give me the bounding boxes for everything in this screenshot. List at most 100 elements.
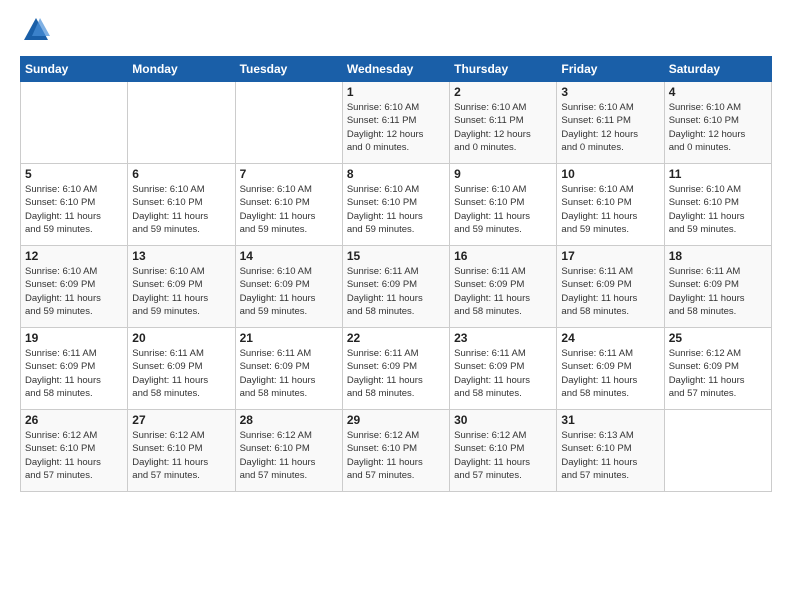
logo xyxy=(20,16,50,44)
day-info: Sunrise: 6:12 AM Sunset: 6:09 PM Dayligh… xyxy=(669,347,767,400)
day-number: 8 xyxy=(347,167,445,181)
day-info: Sunrise: 6:10 AM Sunset: 6:11 PM Dayligh… xyxy=(454,101,552,154)
calendar-cell: 29 Sunrise: 6:12 AM Sunset: 6:10 PM Dayli… xyxy=(342,410,449,492)
calendar-cell: 21Sunrise: 6:11 AM Sunset: 6:09 PM Dayli… xyxy=(235,328,342,410)
day-number: 21 xyxy=(240,331,338,345)
calendar-cell: 10 Sunrise: 6:10 AM Sunset: 6:10 PM Dayli… xyxy=(557,164,664,246)
day-number: 5 xyxy=(25,167,123,181)
day-info: Sunrise: 6:11 AM Sunset: 6:09 PM Dayligh… xyxy=(561,265,659,318)
day-info: Sunrise: 6:11 AM Sunset: 6:09 PM Dayligh… xyxy=(454,265,552,318)
day-number: 31 xyxy=(561,413,659,427)
calendar-cell xyxy=(21,82,128,164)
calendar-header: SundayMondayTuesdayWednesdayThursdayFrid… xyxy=(21,57,772,82)
day-number: 23 xyxy=(454,331,552,345)
day-info: Sunrise: 6:10 AM Sunset: 6:09 PM Dayligh… xyxy=(240,265,338,318)
calendar-cell: 6Sunrise: 6:10 AM Sunset: 6:10 PM Daylig… xyxy=(128,164,235,246)
day-info: Sunrise: 6:13 AM Sunset: 6:10 PM Dayligh… xyxy=(561,429,659,482)
calendar-cell: 11Sunrise: 6:10 AM Sunset: 6:10 PM Dayli… xyxy=(664,164,771,246)
calendar-week-5: 26Sunrise: 6:12 AM Sunset: 6:10 PM Dayli… xyxy=(21,410,772,492)
day-number: 27 xyxy=(132,413,230,427)
calendar-cell: 27Sunrise: 6:12 AM Sunset: 6:10 PM Dayli… xyxy=(128,410,235,492)
calendar-week-2: 5 Sunrise: 6:10 AM Sunset: 6:10 PM Daylig… xyxy=(21,164,772,246)
day-info: Sunrise: 6:10 AM Sunset: 6:10 PM Dayligh… xyxy=(25,183,123,236)
calendar-cell: 25 Sunrise: 6:12 AM Sunset: 6:09 PM Dayli… xyxy=(664,328,771,410)
calendar-cell: 14 Sunrise: 6:10 AM Sunset: 6:09 PM Dayli… xyxy=(235,246,342,328)
day-info: Sunrise: 6:11 AM Sunset: 6:09 PM Dayligh… xyxy=(669,265,767,318)
day-info: Sunrise: 6:10 AM Sunset: 6:11 PM Dayligh… xyxy=(347,101,445,154)
day-info: Sunrise: 6:10 AM Sunset: 6:10 PM Dayligh… xyxy=(240,183,338,236)
day-number: 24 xyxy=(561,331,659,345)
calendar-cell: 24Sunrise: 6:11 AM Sunset: 6:09 PM Dayli… xyxy=(557,328,664,410)
day-number: 1 xyxy=(347,85,445,99)
header xyxy=(20,16,772,44)
day-info: Sunrise: 6:10 AM Sunset: 6:10 PM Dayligh… xyxy=(669,101,767,154)
day-info: Sunrise: 6:11 AM Sunset: 6:09 PM Dayligh… xyxy=(454,347,552,400)
weekday-header-tuesday: Tuesday xyxy=(235,57,342,82)
main-container: SundayMondayTuesdayWednesdayThursdayFrid… xyxy=(0,0,792,502)
day-info: Sunrise: 6:11 AM Sunset: 6:09 PM Dayligh… xyxy=(347,347,445,400)
day-number: 17 xyxy=(561,249,659,263)
day-number: 7 xyxy=(240,167,338,181)
day-number: 29 xyxy=(347,413,445,427)
day-number: 2 xyxy=(454,85,552,99)
calendar-cell: 5 Sunrise: 6:10 AM Sunset: 6:10 PM Daylig… xyxy=(21,164,128,246)
calendar-cell: 7 Sunrise: 6:10 AM Sunset: 6:10 PM Daylig… xyxy=(235,164,342,246)
weekday-header-wednesday: Wednesday xyxy=(342,57,449,82)
calendar-cell: 17 Sunrise: 6:11 AM Sunset: 6:09 PM Dayli… xyxy=(557,246,664,328)
day-info: Sunrise: 6:10 AM Sunset: 6:10 PM Dayligh… xyxy=(132,183,230,236)
day-info: Sunrise: 6:10 AM Sunset: 6:10 PM Dayligh… xyxy=(561,183,659,236)
day-number: 14 xyxy=(240,249,338,263)
day-number: 4 xyxy=(669,85,767,99)
calendar-cell: 18 Sunrise: 6:11 AM Sunset: 6:09 PM Dayli… xyxy=(664,246,771,328)
logo-icon xyxy=(22,16,50,44)
day-number: 11 xyxy=(669,167,767,181)
day-info: Sunrise: 6:12 AM Sunset: 6:10 PM Dayligh… xyxy=(25,429,123,482)
calendar-cell: 23 Sunrise: 6:11 AM Sunset: 6:09 PM Dayli… xyxy=(450,328,557,410)
calendar-cell xyxy=(128,82,235,164)
day-number: 28 xyxy=(240,413,338,427)
weekday-header-sunday: Sunday xyxy=(21,57,128,82)
day-info: Sunrise: 6:10 AM Sunset: 6:11 PM Dayligh… xyxy=(561,101,659,154)
day-info: Sunrise: 6:12 AM Sunset: 6:10 PM Dayligh… xyxy=(240,429,338,482)
day-info: Sunrise: 6:12 AM Sunset: 6:10 PM Dayligh… xyxy=(347,429,445,482)
calendar-cell: 16 Sunrise: 6:11 AM Sunset: 6:09 PM Dayli… xyxy=(450,246,557,328)
day-number: 25 xyxy=(669,331,767,345)
day-info: Sunrise: 6:10 AM Sunset: 6:10 PM Dayligh… xyxy=(454,183,552,236)
calendar-cell xyxy=(235,82,342,164)
day-number: 18 xyxy=(669,249,767,263)
calendar-cell: 20Sunrise: 6:11 AM Sunset: 6:09 PM Dayli… xyxy=(128,328,235,410)
calendar-cell: 30Sunrise: 6:12 AM Sunset: 6:10 PM Dayli… xyxy=(450,410,557,492)
calendar-week-4: 19Sunrise: 6:11 AM Sunset: 6:09 PM Dayli… xyxy=(21,328,772,410)
day-info: Sunrise: 6:12 AM Sunset: 6:10 PM Dayligh… xyxy=(454,429,552,482)
calendar-cell: 26Sunrise: 6:12 AM Sunset: 6:10 PM Dayli… xyxy=(21,410,128,492)
day-info: Sunrise: 6:11 AM Sunset: 6:09 PM Dayligh… xyxy=(25,347,123,400)
weekday-header-thursday: Thursday xyxy=(450,57,557,82)
calendar-cell: 9Sunrise: 6:10 AM Sunset: 6:10 PM Daylig… xyxy=(450,164,557,246)
day-info: Sunrise: 6:10 AM Sunset: 6:09 PM Dayligh… xyxy=(25,265,123,318)
calendar-cell: 13 Sunrise: 6:10 AM Sunset: 6:09 PM Dayli… xyxy=(128,246,235,328)
day-number: 12 xyxy=(25,249,123,263)
calendar-week-1: 1 Sunrise: 6:10 AM Sunset: 6:11 PM Daylig… xyxy=(21,82,772,164)
calendar-cell: 3Sunrise: 6:10 AM Sunset: 6:11 PM Daylig… xyxy=(557,82,664,164)
calendar-body: 1 Sunrise: 6:10 AM Sunset: 6:11 PM Daylig… xyxy=(21,82,772,492)
calendar-cell: 4 Sunrise: 6:10 AM Sunset: 6:10 PM Daylig… xyxy=(664,82,771,164)
weekday-header-saturday: Saturday xyxy=(664,57,771,82)
day-number: 20 xyxy=(132,331,230,345)
calendar-cell: 19Sunrise: 6:11 AM Sunset: 6:09 PM Dayli… xyxy=(21,328,128,410)
day-info: Sunrise: 6:10 AM Sunset: 6:10 PM Dayligh… xyxy=(347,183,445,236)
calendar-cell: 12 Sunrise: 6:10 AM Sunset: 6:09 PM Dayli… xyxy=(21,246,128,328)
calendar-table: SundayMondayTuesdayWednesdayThursdayFrid… xyxy=(20,56,772,492)
calendar-cell: 31 Sunrise: 6:13 AM Sunset: 6:10 PM Dayli… xyxy=(557,410,664,492)
day-number: 15 xyxy=(347,249,445,263)
calendar-cell: 28 Sunrise: 6:12 AM Sunset: 6:10 PM Dayli… xyxy=(235,410,342,492)
day-number: 10 xyxy=(561,167,659,181)
day-info: Sunrise: 6:10 AM Sunset: 6:09 PM Dayligh… xyxy=(132,265,230,318)
calendar-week-3: 12 Sunrise: 6:10 AM Sunset: 6:09 PM Dayli… xyxy=(21,246,772,328)
calendar-cell: 8 Sunrise: 6:10 AM Sunset: 6:10 PM Daylig… xyxy=(342,164,449,246)
day-number: 13 xyxy=(132,249,230,263)
day-number: 16 xyxy=(454,249,552,263)
calendar-cell: 2 Sunrise: 6:10 AM Sunset: 6:11 PM Daylig… xyxy=(450,82,557,164)
calendar-cell xyxy=(664,410,771,492)
weekday-header-monday: Monday xyxy=(128,57,235,82)
day-info: Sunrise: 6:11 AM Sunset: 6:09 PM Dayligh… xyxy=(347,265,445,318)
